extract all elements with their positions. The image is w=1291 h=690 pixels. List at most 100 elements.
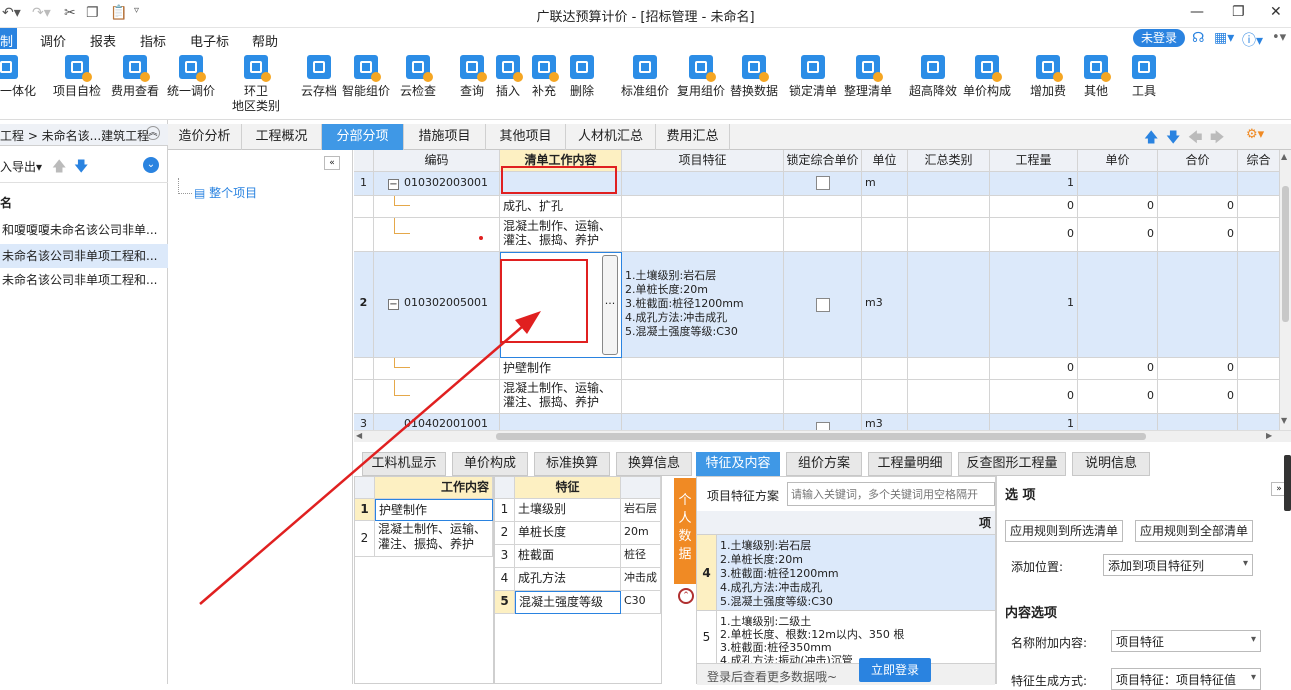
unit-cell[interactable]: m — [862, 172, 908, 196]
apps-icon[interactable]: ▦▾ — [1214, 30, 1234, 46]
feature-name[interactable]: 土壤级别 — [515, 499, 621, 522]
feature-value[interactable]: 20m — [621, 522, 661, 545]
work-content-cell[interactable] — [500, 414, 622, 430]
quantity-cell[interactable]: 0 — [990, 358, 1078, 380]
comprehensive-cell[interactable] — [1238, 172, 1280, 196]
tab-conversion-info[interactable]: 换算信息 — [616, 452, 692, 476]
quantity-cell[interactable]: 0 — [990, 380, 1078, 414]
arrow-right-icon[interactable]: 🡆 — [1210, 127, 1224, 151]
headset-icon[interactable]: ☊ — [1192, 30, 1204, 46]
tab-quantity-detail[interactable]: 工程量明细 — [868, 452, 952, 476]
summary-type-cell[interactable] — [908, 252, 990, 358]
tab-unit-price-composition[interactable]: 单价构成 — [452, 452, 528, 476]
grid-horizontal-scrollbar[interactable]: ◀ ▶ — [354, 430, 1291, 442]
arrow-down-icon[interactable]: 🡇 — [1166, 127, 1180, 151]
menu-e-bid[interactable]: 电子标 — [190, 31, 229, 50]
total-cell[interactable] — [1158, 414, 1238, 430]
fee-view-button[interactable]: 费用查看 — [108, 55, 162, 117]
tab-labor-material-display[interactable]: 工料机显示 — [362, 452, 446, 476]
add-position-select[interactable]: 添加到项目特征列 — [1103, 554, 1253, 576]
summary-type-cell[interactable] — [908, 172, 990, 196]
tab-sub-items[interactable]: 分部分项 — [322, 124, 404, 150]
work-content-item[interactable]: 混凝土制作、运输、灌注、振捣、养护 — [375, 521, 493, 557]
feature-value[interactable]: C30 — [621, 591, 661, 614]
lock-checkbox[interactable] — [816, 298, 830, 312]
supplement-button[interactable]: 补充 — [526, 55, 562, 117]
unified-price-button[interactable]: 统一调价 — [164, 55, 218, 117]
whole-project-item[interactable]: ▤ 整个项目 — [194, 184, 257, 201]
collapse-left-icon[interactable]: « — [324, 156, 340, 170]
region-category-button[interactable]: 环卫 地区类别 — [228, 55, 284, 117]
summary-type-cell[interactable] — [908, 414, 990, 430]
quantity-cell[interactable]: 0 — [990, 218, 1078, 252]
feature-cell[interactable] — [622, 172, 784, 196]
work-content-cell[interactable]: 混凝土制作、运输、灌注、振捣、养护 — [500, 218, 622, 252]
tree-item-selected[interactable]: 未命名该公司非单项工程和... — [0, 244, 168, 268]
price-cell[interactable]: 0 — [1078, 196, 1158, 218]
comprehensive-cell[interactable] — [1238, 252, 1280, 358]
add-fee-button[interactable]: 增加费 — [1024, 55, 1072, 117]
collapse-icon[interactable]: ︽ — [146, 126, 160, 140]
smart-pricing-button[interactable]: 智能组价 — [340, 55, 392, 117]
lock-checkbox[interactable] — [816, 176, 830, 190]
tab-cost-analysis[interactable]: 造价分析 — [168, 124, 242, 150]
feature-value[interactable]: 岩石层 — [621, 499, 661, 522]
total-cell[interactable] — [1158, 172, 1238, 196]
tab-project-overview[interactable]: 工程概况 — [242, 124, 322, 150]
work-content-cell[interactable]: 成孔、扩孔 — [500, 196, 622, 218]
ellipsis-button[interactable]: ··· — [602, 255, 618, 355]
scheme-search-input[interactable] — [787, 482, 995, 506]
cloud-check-button[interactable]: 云检查 — [396, 55, 440, 117]
login-now-button[interactable]: 立即登录 — [859, 658, 931, 682]
lock-checkbox[interactable] — [816, 422, 830, 430]
unit-price-composition-button[interactable]: 单价构成 — [960, 55, 1014, 117]
arrow-left-icon[interactable]: 🡄 — [1188, 127, 1202, 151]
price-cell[interactable] — [1078, 252, 1158, 358]
quantity-cell[interactable]: 0 — [990, 196, 1078, 218]
scheme-row[interactable]: 1.土壤级别:岩石层 2.单桩长度:20m 3.桩截面:桩径1200mm 4.成… — [717, 535, 995, 611]
expand-down-icon[interactable]: ⌄ — [143, 157, 159, 173]
quantity-cell[interactable]: 1 — [990, 252, 1078, 358]
price-cell[interactable]: 0 — [1078, 358, 1158, 380]
total-cell[interactable]: 0 — [1158, 380, 1238, 414]
total-cell[interactable]: 0 — [1158, 358, 1238, 380]
more-icon[interactable]: •▾ — [1272, 30, 1286, 45]
expand-circle-icon[interactable]: ⌃ — [678, 588, 694, 604]
total-cell[interactable]: 0 — [1158, 218, 1238, 252]
tab-reverse-graphic-quantity[interactable]: 反查图形工程量 — [958, 452, 1066, 476]
reuse-pricing-button[interactable]: 复用组价 — [674, 55, 728, 117]
apply-selected-button[interactable]: 应用规则到所选清单 — [1005, 520, 1123, 542]
apply-all-button[interactable]: 应用规则到全部清单 — [1135, 520, 1253, 542]
unit-cell[interactable]: m3 — [862, 252, 908, 358]
close-icon[interactable]: ✕ — [1270, 4, 1282, 20]
work-content-cell[interactable]: 护壁制作 — [500, 358, 622, 380]
move-down-icon[interactable]: 🡇 — [74, 156, 88, 180]
tab-standard-conversion[interactable]: 标准换算 — [534, 452, 610, 476]
tree-item[interactable]: 未命名该公司非单项工程和... — [0, 270, 168, 290]
tab-pricing-scheme[interactable]: 组价方案 — [786, 452, 862, 476]
tab-other-items[interactable]: 其他项目 — [486, 124, 566, 150]
standard-pricing-button[interactable]: 标准组价 — [618, 55, 672, 117]
price-cell[interactable] — [1078, 414, 1158, 430]
total-cell[interactable]: 0 — [1158, 196, 1238, 218]
price-cell[interactable]: 0 — [1078, 380, 1158, 414]
feature-gen-select[interactable]: 项目特征：项目特征值 — [1111, 668, 1261, 690]
quantity-cell[interactable]: 1 — [990, 414, 1078, 430]
super-high-reduction-button[interactable]: 超高降效 — [906, 55, 960, 117]
feature-name[interactable]: 成孔方法 — [515, 568, 621, 591]
collapse-node-icon[interactable]: − — [388, 299, 399, 310]
menu-report[interactable]: 报表 — [90, 31, 116, 50]
feature-name[interactable]: 桩截面 — [515, 545, 621, 568]
login-badge[interactable]: 未登录 — [1133, 29, 1185, 47]
tab-features-content[interactable]: 特征及内容 — [696, 452, 780, 476]
menu-adjust-price[interactable]: 调价 — [40, 31, 66, 50]
settings-icon[interactable]: ⚙▾ — [1246, 127, 1264, 142]
replace-data-button[interactable]: 替换数据 — [728, 55, 780, 117]
grid-vertical-scrollbar[interactable]: ▲ ▼ — [1280, 150, 1291, 430]
delete-button[interactable]: 删除 — [564, 55, 600, 117]
side-handle[interactable] — [1284, 455, 1291, 511]
integrate-button[interactable]: 一体化 — [0, 55, 36, 117]
scroll-thumb[interactable] — [496, 433, 1146, 440]
feature-name[interactable]: 混凝土强度等级 — [515, 591, 621, 614]
tab-fee-summary[interactable]: 费用汇总 — [656, 124, 730, 150]
